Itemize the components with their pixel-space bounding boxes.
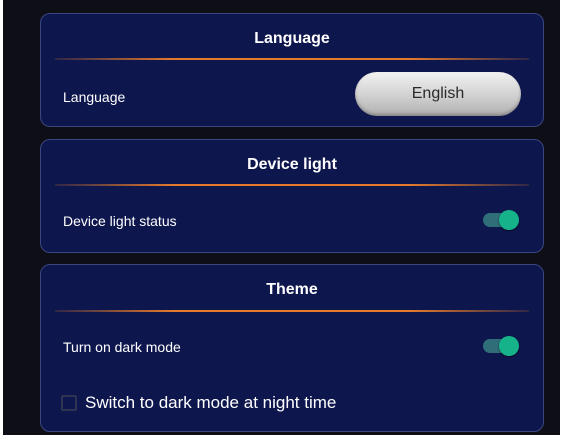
theme-divider xyxy=(55,310,529,312)
device-light-toggle[interactable] xyxy=(483,210,519,230)
language-card: Language Language English xyxy=(40,13,544,127)
language-section-title: Language xyxy=(254,30,330,47)
device-light-row-label: Device light status xyxy=(63,213,177,229)
device-light-card: Device light Device light status xyxy=(40,139,544,253)
device-light-toggle-thumb xyxy=(499,210,519,230)
settings-screen: Language Language English Device light D… xyxy=(3,0,560,435)
night-dark-mode-option[interactable]: Switch to dark mode at night time xyxy=(61,393,336,413)
dark-mode-toggle[interactable] xyxy=(483,336,519,356)
dark-mode-row-label: Turn on dark mode xyxy=(63,339,181,355)
night-dark-mode-checkbox[interactable] xyxy=(61,395,77,411)
device-light-divider xyxy=(55,184,529,186)
night-dark-mode-label: Switch to dark mode at night time xyxy=(85,393,337,412)
theme-section-title: Theme xyxy=(266,281,318,298)
theme-card: Theme Turn on dark mode Switch to dark m… xyxy=(40,264,544,432)
language-select-button[interactable]: English xyxy=(355,72,521,116)
language-divider xyxy=(55,58,529,60)
dark-mode-toggle-thumb xyxy=(499,336,519,356)
language-row-label: Language xyxy=(63,89,126,105)
device-light-section-title: Device light xyxy=(247,156,337,173)
